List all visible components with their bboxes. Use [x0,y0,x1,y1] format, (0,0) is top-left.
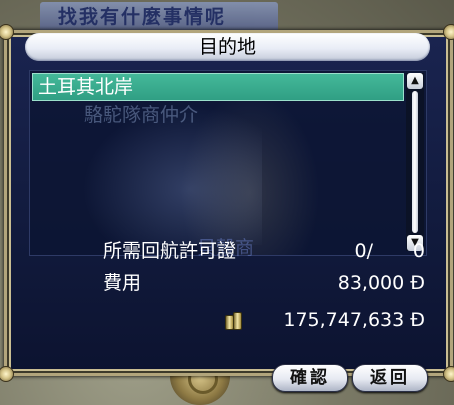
permit-row: 所需回航許可證 0/ 0 [103,239,425,263]
background-npc-sign: 找我有什麼事情呢 [40,2,278,32]
confirm-button[interactable]: 確認 [272,364,348,392]
funds-value: 175,747,633 Đ [283,309,425,331]
list-scrollbar[interactable]: ▲ ▼ [406,73,424,251]
permit-required: 0 [412,240,425,262]
coin-stack-icon [225,312,242,330]
game-scene: 找我有什麼事情呢 目的地 土耳其北岸 駱駝隊商仲介 ▲ ▼ 貝殼商 所需回航許可… [0,0,454,405]
destination-dialog: 目的地 土耳其北岸 駱駝隊商仲介 ▲ ▼ 貝殼商 所需回航許可證 0/ 0 費用… [0,24,454,382]
scroll-thumb[interactable] [412,91,418,233]
funds-row: 175,747,633 Đ [103,308,425,332]
destination-list[interactable]: 土耳其北岸 駱駝隊商仲介 ▲ ▼ [29,70,427,256]
fee-value: 83,000 Đ [337,272,425,294]
destination-item[interactable]: 駱駝隊商仲介 [32,101,426,129]
frame-corner-gem [0,366,14,382]
frame-corner-gem [443,366,454,382]
frame-corner-gem [0,24,14,40]
fee-row: 費用 83,000 Đ [103,271,425,295]
dialog-title: 目的地 [25,33,430,61]
back-button[interactable]: 返回 [352,364,428,392]
fee-label: 費用 [103,272,142,294]
permit-current: 0/ [354,240,374,262]
permit-label: 所需回航許可證 [103,240,237,262]
frame-corner-gem [443,24,454,40]
destination-item-selected[interactable]: 土耳其北岸 [32,73,404,101]
scroll-up-arrow-icon[interactable]: ▲ [407,73,423,89]
